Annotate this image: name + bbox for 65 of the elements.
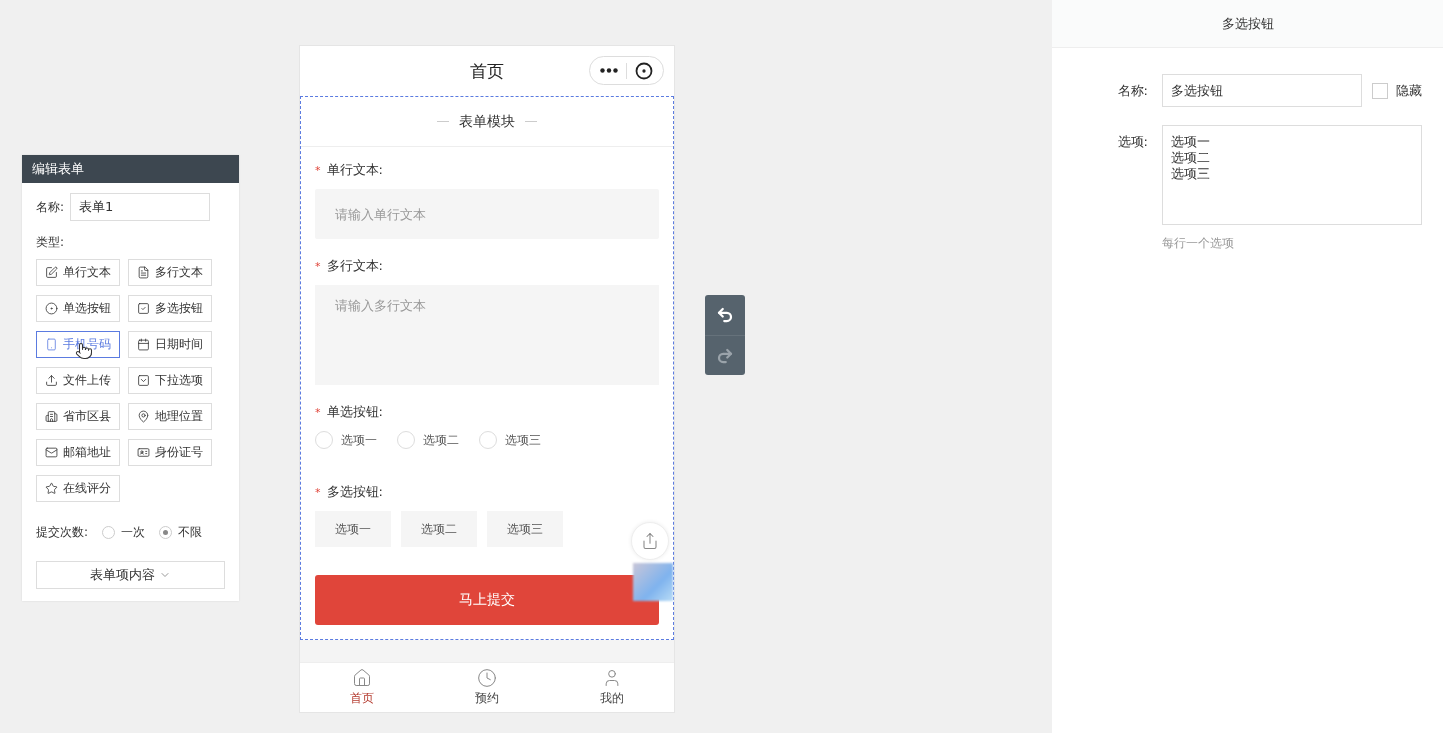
- field-type-button[interactable]: 下拉选项: [128, 367, 212, 394]
- field-label: 单行文本:: [326, 161, 383, 179]
- clock-icon: [477, 668, 497, 688]
- pin-icon: [137, 410, 150, 423]
- radio-option[interactable]: 选项二: [397, 431, 459, 449]
- field-type-button[interactable]: 单选按钮: [36, 295, 120, 322]
- envelope-icon: [45, 446, 58, 459]
- textarea-input[interactable]: 请输入多行文本: [315, 285, 659, 385]
- name-input[interactable]: 表单1: [70, 193, 211, 221]
- page-title: 首页: [470, 59, 504, 83]
- name-label: 名称:: [36, 198, 65, 216]
- field-type-button[interactable]: 地理位置: [128, 403, 212, 430]
- field-type-button[interactable]: 文件上传: [36, 367, 120, 394]
- field-type-button[interactable]: 身份证号: [128, 439, 212, 466]
- calendar-icon: [137, 338, 150, 351]
- id-card-icon: [137, 446, 150, 459]
- required-mark: *: [315, 163, 321, 177]
- building-icon: [45, 410, 58, 423]
- required-mark: *: [315, 259, 321, 273]
- dropdown-icon: [137, 374, 150, 387]
- options-textarea[interactable]: 选项一 选项二 选项三: [1162, 125, 1422, 225]
- field-type-button[interactable]: 省市区县: [36, 403, 120, 430]
- share-icon: [641, 532, 659, 550]
- hidden-checkbox[interactable]: 隐藏: [1372, 81, 1422, 100]
- checkbox-icon: [137, 302, 150, 315]
- field-type-button[interactable]: 单行文本: [36, 259, 120, 286]
- radio-option[interactable]: 选项三: [479, 431, 541, 449]
- submit-count-option[interactable]: 不限: [159, 524, 203, 541]
- target-icon: [635, 61, 653, 80]
- submit-count-option[interactable]: 一次: [102, 524, 146, 541]
- submit-button[interactable]: 马上提交: [315, 575, 659, 625]
- field-label: 单选按钮:: [326, 403, 383, 421]
- name-label: 名称:: [1116, 82, 1149, 100]
- type-label: 类型:: [36, 235, 65, 249]
- checkbox-option[interactable]: 选项一: [315, 511, 391, 547]
- radio-option[interactable]: 选项一: [315, 431, 377, 449]
- star-icon: [45, 482, 58, 495]
- checkbox-option[interactable]: 选项三: [487, 511, 563, 547]
- field-type-button[interactable]: 在线评分: [36, 475, 120, 502]
- panel-title: 编辑表单: [22, 155, 239, 183]
- required-mark: *: [315, 405, 321, 419]
- panel-title: 多选按钮: [1221, 14, 1274, 33]
- field-type-button[interactable]: 多选按钮: [128, 295, 212, 322]
- house-icon: [352, 668, 373, 688]
- section-title: 表单模块: [459, 112, 515, 131]
- phone-icon: [45, 338, 58, 351]
- undo-icon: [716, 306, 734, 324]
- text-input[interactable]: 请输入单行文本: [315, 189, 659, 239]
- field-type-button[interactable]: 日期时间: [128, 331, 212, 358]
- options-hint: 每行一个选项: [1162, 235, 1235, 252]
- radio-icon: [45, 302, 58, 315]
- field-label: 多行文本:: [326, 257, 383, 275]
- field-type-button[interactable]: 邮箱地址: [36, 439, 120, 466]
- upload-icon: [45, 374, 58, 387]
- blurred-image: [633, 563, 673, 601]
- options-label: 选项:: [1116, 133, 1149, 151]
- redo-icon: [716, 346, 734, 365]
- name-input[interactable]: 多选按钮: [1162, 74, 1362, 107]
- field-label: 多选按钮:: [326, 483, 383, 501]
- form-items-button[interactable]: 表单项内容: [36, 561, 225, 589]
- field-type-button[interactable]: 多行文本: [128, 259, 212, 286]
- required-mark: *: [315, 485, 321, 499]
- submit-count-label: 提交次数:: [36, 524, 89, 541]
- checkbox-option[interactable]: 选项二: [401, 511, 477, 547]
- more-icon: [600, 68, 618, 73]
